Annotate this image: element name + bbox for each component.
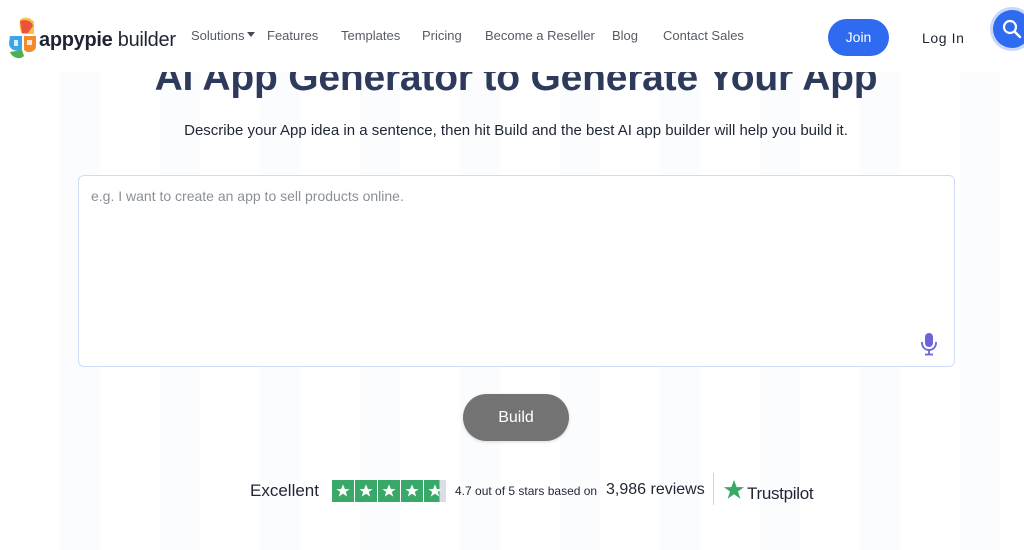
- top-navigation: appypie builder Solutions Features Templ…: [0, 0, 1024, 72]
- app-idea-box: [78, 175, 955, 367]
- star-icon: [355, 480, 377, 502]
- brand-logo[interactable]: appypie builder: [6, 16, 176, 62]
- star-rating: [332, 480, 447, 502]
- rating-label: Excellent: [250, 481, 319, 500]
- star-icon: [332, 480, 354, 502]
- divider: [713, 473, 714, 505]
- trustpilot-star-icon: [723, 479, 745, 499]
- main-content: AI App Generator to Generate Your App De…: [0, 0, 1024, 550]
- brand-name-regular: builder: [117, 29, 176, 51]
- login-link[interactable]: Log In: [922, 30, 965, 46]
- nav-item-pricing[interactable]: Pricing: [422, 28, 462, 43]
- join-button[interactable]: Join: [828, 19, 889, 56]
- search-button[interactable]: [993, 10, 1024, 48]
- nav-item-become-reseller[interactable]: Become a Reseller: [485, 28, 595, 43]
- nav-item-solutions[interactable]: Solutions: [191, 28, 244, 43]
- star-icon: [378, 480, 400, 502]
- microphone-icon[interactable]: [920, 332, 938, 356]
- search-icon: [1002, 19, 1022, 39]
- nav-item-contact-sales[interactable]: Contact Sales: [663, 28, 744, 43]
- build-button[interactable]: Build: [463, 394, 569, 441]
- nav-item-blog[interactable]: Blog: [612, 28, 638, 43]
- nav-item-templates[interactable]: Templates: [341, 28, 400, 43]
- chevron-down-icon[interactable]: [247, 32, 255, 37]
- trustpilot-label: Trustpilot: [747, 484, 814, 503]
- page-subtitle: Describe your App idea in a sentence, th…: [184, 122, 848, 139]
- app-idea-input[interactable]: [91, 188, 911, 348]
- nav-item-features[interactable]: Features: [267, 28, 318, 43]
- brand-name-bold: appypie: [39, 29, 113, 51]
- brand-name: appypie builder: [39, 29, 176, 52]
- review-count[interactable]: 3,986 reviews: [606, 481, 705, 499]
- trustpilot-logo[interactable]: Trustpilot: [723, 479, 823, 503]
- partial-star-icon: [424, 480, 446, 502]
- rating-summary: 4.7 out of 5 stars based on: [455, 484, 598, 498]
- appypie-logo-icon: [9, 17, 36, 59]
- star-icon: [401, 480, 423, 502]
